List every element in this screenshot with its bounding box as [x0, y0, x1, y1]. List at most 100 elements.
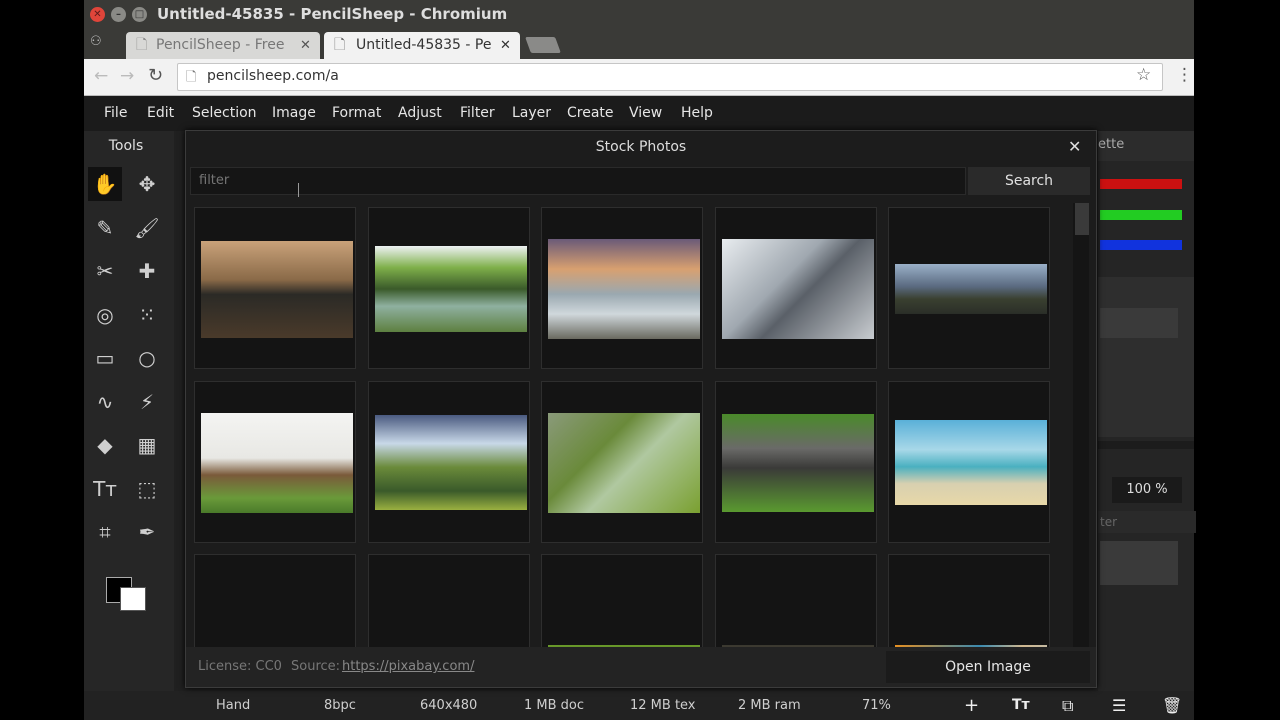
text-cursor-icon [298, 183, 299, 197]
menu-adjust[interactable]: Adjust [398, 96, 442, 131]
blue-channel-slider[interactable] [1100, 240, 1182, 250]
rectangle-tool-icon[interactable]: ▭ [88, 341, 122, 375]
filter-input[interactable] [190, 167, 966, 195]
photo-tile[interactable] [888, 380, 1050, 543]
zoom-field[interactable]: 100 % [1112, 477, 1182, 503]
status-tool: Hand [216, 698, 251, 713]
eyedropper-tool-icon[interactable]: ✒ [130, 515, 164, 549]
status-size: 640x480 [420, 698, 478, 713]
stock-photos-dialog: Stock Photos ✕ Search License: CC0 Sourc… [185, 130, 1097, 688]
scrollbar-thumb[interactable] [1075, 203, 1089, 235]
browser-menu-icon[interactable]: ⋮ [1176, 65, 1193, 85]
back-icon[interactable]: ← [94, 66, 108, 86]
photo-grid [190, 203, 1070, 647]
green-channel-slider[interactable] [1100, 210, 1182, 220]
url-field[interactable]: 🗋 pencilsheep.com/a [177, 63, 1163, 91]
layer-item[interactable] [1100, 541, 1178, 585]
status-tex: 12 MB tex [630, 698, 696, 713]
clasp-on-grass-photo [721, 413, 874, 512]
search-button[interactable]: Search [968, 167, 1090, 195]
source-link[interactable]: https://pixabay.com/ [342, 659, 474, 674]
menu-edit[interactable]: Edit [147, 96, 174, 131]
tab-1-label: PencilSheep - Free [156, 37, 285, 53]
close-window-icon[interactable]: ✕ [90, 7, 105, 22]
minimize-window-icon[interactable]: – [111, 7, 126, 22]
reload-icon[interactable]: ↻ [148, 65, 163, 86]
photo-tile[interactable] [541, 554, 703, 647]
photo-tile[interactable] [367, 207, 530, 369]
tab-2[interactable]: 🗋 Untitled-45835 - Pe ✕ [324, 32, 520, 59]
waterfall-seascape-photo [548, 239, 700, 339]
delete-layer-icon[interactable]: 🗑 [1162, 691, 1182, 720]
tab-2-close-icon[interactable]: ✕ [500, 32, 511, 59]
source-label: Source: [291, 659, 341, 674]
menu-filter[interactable]: Filter [460, 96, 495, 131]
move-tool-icon[interactable]: ✥ [130, 167, 164, 201]
photo-tile[interactable] [194, 554, 356, 647]
smudge-tool-icon[interactable]: ◎ [88, 298, 122, 332]
layer-thumbnail[interactable] [1100, 308, 1178, 338]
text-tool-icon[interactable]: Tт [88, 472, 122, 506]
menu-view[interactable]: View [629, 96, 662, 131]
layer-filter-field[interactable]: ter [1098, 511, 1196, 533]
photo-tile[interactable] [888, 554, 1050, 647]
photo-tile[interactable] [714, 554, 877, 647]
duplicate-layer-icon[interactable]: ⧉ [1062, 691, 1073, 720]
background-color-swatch[interactable] [120, 587, 146, 611]
photo-tile[interactable] [194, 380, 356, 543]
gradient-tool-icon[interactable]: ▦ [130, 428, 164, 462]
tools-title: Tools [108, 138, 144, 154]
lasso-tool-icon[interactable]: ∿ [88, 385, 122, 419]
helmet-photo [201, 240, 353, 338]
dialog-close-icon[interactable]: ✕ [1068, 137, 1081, 156]
add-layer-icon[interactable]: + [964, 691, 979, 720]
dialog-title: Stock Photos [595, 139, 687, 155]
tab-1-close-icon[interactable]: ✕ [300, 32, 311, 59]
heal-tool-icon[interactable]: ✚ [130, 254, 164, 288]
page-icon: 🗋 [136, 37, 148, 53]
incognito-icon[interactable]: ⚇ [90, 34, 106, 50]
magic-wand-tool-icon[interactable]: ⚡ [130, 385, 164, 419]
open-image-button[interactable]: Open Image [886, 651, 1090, 683]
photo-tile[interactable] [541, 207, 703, 369]
photo-tile[interactable] [367, 554, 530, 647]
pattern-tool-icon[interactable]: ⁙ [130, 298, 164, 332]
menu-format[interactable]: Format [332, 96, 381, 131]
menu-layer[interactable]: Layer [512, 96, 551, 131]
window-title: Untitled-45835 - PencilSheep - Chromium [157, 5, 508, 23]
photo-tile[interactable] [714, 380, 877, 543]
red-channel-slider[interactable] [1100, 179, 1182, 189]
address-bar: ← → ↻ 🗋 pencilsheep.com/a ☆ ⋮ [84, 59, 1194, 96]
dialog-footer: License: CC0 Source: https://pixabay.com… [186, 647, 1096, 687]
bookmark-star-icon[interactable]: ☆ [1136, 65, 1151, 85]
menu-create[interactable]: Create [567, 96, 614, 131]
menu-selection[interactable]: Selection [192, 96, 257, 131]
forward-icon[interactable]: → [120, 66, 134, 86]
photo-tile[interactable] [541, 380, 703, 543]
brush-tool-icon[interactable]: 🖌 [130, 211, 164, 245]
status-depth: 8bpc [324, 698, 356, 713]
ellipse-tool-icon[interactable]: ○ [130, 341, 164, 375]
photo-tile[interactable] [714, 207, 877, 369]
photo-tile[interactable] [888, 207, 1050, 369]
maximize-window-icon[interactable]: □ [132, 7, 147, 22]
fill-tool-icon[interactable]: ◆ [88, 428, 122, 462]
photo-tile[interactable] [194, 207, 356, 369]
pencil-tool-icon[interactable]: ✎ [88, 211, 122, 245]
new-tab-button[interactable] [525, 37, 561, 53]
menu-file[interactable]: File [104, 96, 127, 131]
transform-tool-icon[interactable]: ⬚ [130, 472, 164, 506]
tab-1[interactable]: 🗋 PencilSheep - Free ✕ [126, 32, 320, 59]
photo-grid-scrollbar[interactable] [1073, 203, 1089, 647]
hand-tool-icon[interactable]: ✋ [88, 167, 122, 201]
menu-help[interactable]: Help [681, 96, 713, 131]
adjust-layer-icon[interactable]: ☰ [1112, 691, 1126, 720]
text-layer-icon[interactable]: Tт [1012, 691, 1030, 720]
status-doc: 1 MB doc [524, 698, 585, 713]
browser-window: ✕ – □ Untitled-45835 - PencilSheep - Chr… [84, 0, 1196, 720]
crop-tool-icon[interactable]: ⌗ [88, 515, 122, 549]
photo-tile[interactable] [367, 380, 530, 543]
tab-bar: ⚇ 🗋 PencilSheep - Free ✕ 🗋 Untitled-4583… [84, 29, 1194, 59]
scissors-tool-icon[interactable]: ✂ [88, 254, 122, 288]
menu-image[interactable]: Image [272, 96, 316, 131]
